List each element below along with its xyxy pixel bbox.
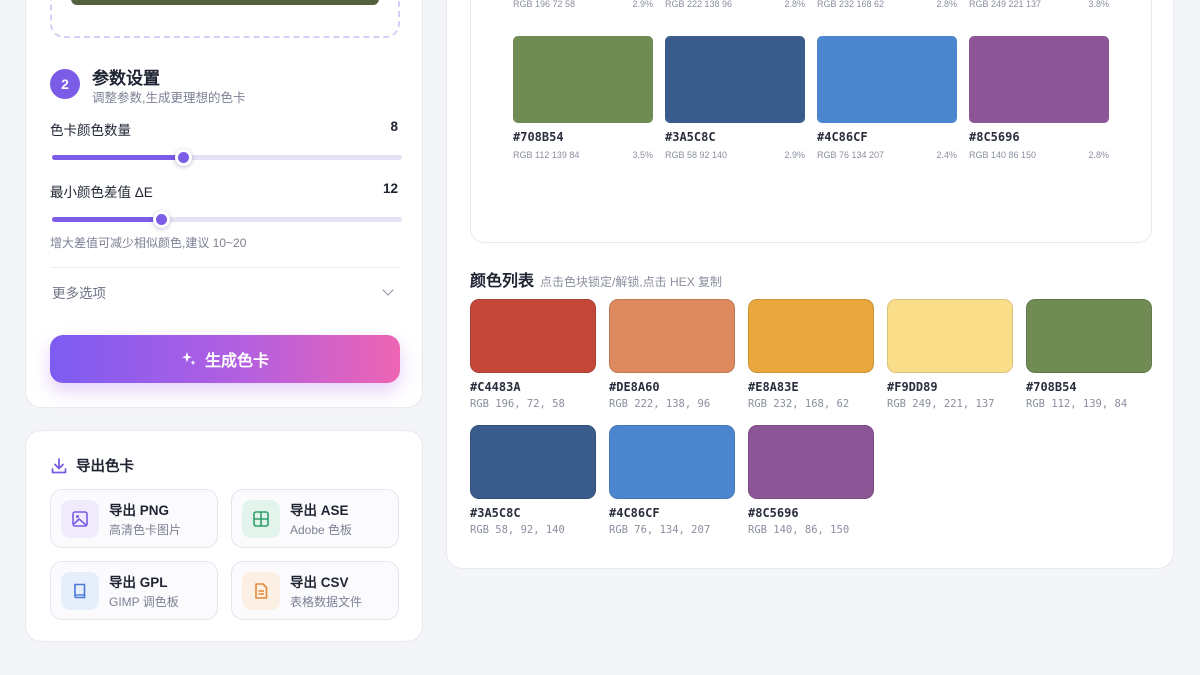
color-chip[interactable]: [609, 299, 735, 373]
book-icon: [61, 571, 99, 610]
color-count-slider[interactable]: [52, 149, 402, 166]
delta-hint: 增大差值可减少相似颜色,建议 10~20: [50, 236, 247, 250]
swatch-percent: 2.8%: [936, 0, 957, 9]
color-rgb: RGB 222, 138, 96: [609, 398, 711, 410]
swatch-hex: #3A5C8C: [665, 130, 716, 144]
swatch-rgb: RGB 222 138 96: [665, 0, 733, 9]
color-hex[interactable]: #E8A83E: [748, 380, 799, 394]
color-hex[interactable]: #708B54: [1026, 380, 1077, 394]
swatch-percent: 2.9%: [784, 150, 805, 160]
color-chip[interactable]: [887, 299, 1013, 373]
palette-preview: RGB 196 72 58 2.9% RGB 222 138 96 2.8% RGB 2…: [470, 0, 1152, 243]
color-hex[interactable]: #DE8A60: [609, 380, 660, 394]
export-ase-button[interactable]: 导出 ASE Adobe 色板: [231, 489, 399, 548]
export-desc: GIMP 调色板: [109, 595, 179, 609]
export-csv-button[interactable]: 导出 CSV 表格数据文件: [231, 561, 399, 620]
min-delta-value: 12: [382, 181, 398, 196]
export-desc: 表格数据文件: [290, 595, 363, 609]
image-icon: [61, 499, 99, 538]
color-count-label: 色卡颜色数量: [50, 123, 131, 138]
swatch-rgb: RGB 58 92 140: [665, 150, 728, 160]
file-icon: [242, 571, 280, 610]
color-chip[interactable]: [609, 425, 735, 499]
color-rgb: RGB 112, 139, 84: [1026, 398, 1128, 410]
min-delta-slider[interactable]: [52, 211, 402, 228]
min-delta-label: 最小颜色差值 ΔE: [50, 185, 153, 200]
color-rgb: RGB 232, 168, 62: [748, 398, 850, 410]
generate-button[interactable]: 生成色卡: [50, 335, 400, 383]
export-name: 导出 ASE: [290, 503, 349, 518]
color-hex[interactable]: #3A5C8C: [470, 506, 521, 520]
color-chip[interactable]: [1026, 299, 1152, 373]
swatch-hex: #8C5696: [969, 130, 1020, 144]
swatch-hex: #4C86CF: [817, 130, 868, 144]
upload-dropzone[interactable]: [50, 0, 400, 38]
swatch-hex: #708B54: [513, 130, 564, 144]
slider-thumb[interactable]: [152, 211, 170, 228]
color-count-value: 8: [390, 119, 398, 134]
divider: [50, 267, 400, 268]
swatch-percent: 2.8%: [1088, 150, 1109, 160]
export-name: 导出 GPL: [109, 575, 168, 590]
color-chip[interactable]: [470, 299, 596, 373]
swatch-percent: 2.9%: [632, 0, 653, 9]
color-rgb: RGB 58, 92, 140: [470, 524, 565, 536]
sparkle-icon: [181, 352, 196, 366]
export-gpl-button[interactable]: 导出 GPL GIMP 调色板: [50, 561, 218, 620]
color-list-subtitle: 点击色块锁定/解锁,点击 HEX 复制: [540, 275, 723, 289]
preview-swatch[interactable]: [817, 36, 957, 123]
swatch-percent: 2.4%: [936, 150, 957, 160]
preview-swatch[interactable]: [969, 36, 1109, 123]
more-options-label: 更多选项: [52, 286, 106, 301]
color-hex[interactable]: #F9DD89: [887, 380, 938, 394]
more-options-toggle[interactable]: 更多选项: [50, 277, 400, 307]
color-rgb: RGB 76, 134, 207: [609, 524, 711, 536]
color-rgb: RGB 249, 221, 137: [887, 398, 995, 410]
slider-fill: [52, 155, 184, 160]
export-desc: Adobe 色板: [290, 523, 353, 537]
swatch-rgb: RGB 140 86 150: [969, 150, 1037, 160]
generate-label: 生成色卡: [204, 353, 269, 370]
color-list-header: 颜色列表 点击色块锁定/解锁,点击 HEX 复制: [470, 267, 722, 291]
slider-thumb[interactable]: [175, 149, 193, 166]
color-rgb: RGB 140, 86, 150: [748, 524, 850, 536]
swatch-percent: 3.8%: [1088, 0, 1109, 9]
color-chip[interactable]: [748, 299, 874, 373]
color-hex[interactable]: #8C5696: [748, 506, 799, 520]
grid-icon: [242, 499, 280, 538]
export-name: 导出 PNG: [109, 503, 170, 518]
download-icon: [51, 457, 67, 473]
color-hex[interactable]: #4C86CF: [609, 506, 660, 520]
swatch-rgb: RGB 76 134 207: [817, 150, 885, 160]
swatch-rgb: RGB 232 168 62: [817, 0, 885, 9]
settings-card: 2 参数设置 调整参数,生成更理想的色卡 色卡颜色数量 8 最小颜色差值 ΔE …: [25, 0, 423, 408]
export-title: 导出色卡: [76, 459, 134, 475]
palette-card: RGB 196 72 58 2.9% RGB 222 138 96 2.8% RGB 2…: [446, 0, 1174, 569]
color-rgb: RGB 196, 72, 58: [470, 398, 565, 410]
chevron-down-icon: [382, 284, 394, 296]
color-chip[interactable]: [470, 425, 596, 499]
export-desc: 高清色卡图片: [109, 523, 182, 537]
section-title: 参数设置: [92, 69, 160, 88]
color-chip[interactable]: [748, 425, 874, 499]
swatch-percent: 3.5%: [632, 150, 653, 160]
export-png-button[interactable]: 导出 PNG 高清色卡图片: [50, 489, 218, 548]
slider-fill: [52, 217, 161, 222]
color-hex[interactable]: #C4483A: [470, 380, 521, 394]
preview-swatch[interactable]: [665, 36, 805, 123]
swatch-rgb: RGB 112 139 84: [513, 150, 580, 160]
export-name: 导出 CSV: [290, 575, 349, 590]
swatch-rgb: RGB 249 221 137: [969, 0, 1042, 9]
preview-swatch[interactable]: [513, 36, 653, 123]
export-header: 导出色卡: [50, 455, 134, 476]
section-subtitle: 调整参数,生成更理想的色卡: [92, 91, 246, 105]
swatch-percent: 2.8%: [784, 0, 805, 9]
step-number-badge: 2: [50, 69, 80, 99]
swatch-rgb: RGB 196 72 58: [513, 0, 576, 9]
image-preview-strip: [71, 0, 379, 5]
color-list-title: 颜色列表: [470, 273, 535, 290]
export-card: 导出色卡 导出 PNG 高清色卡图片 导出 ASE Adobe 色板 导出 GP…: [25, 430, 423, 642]
